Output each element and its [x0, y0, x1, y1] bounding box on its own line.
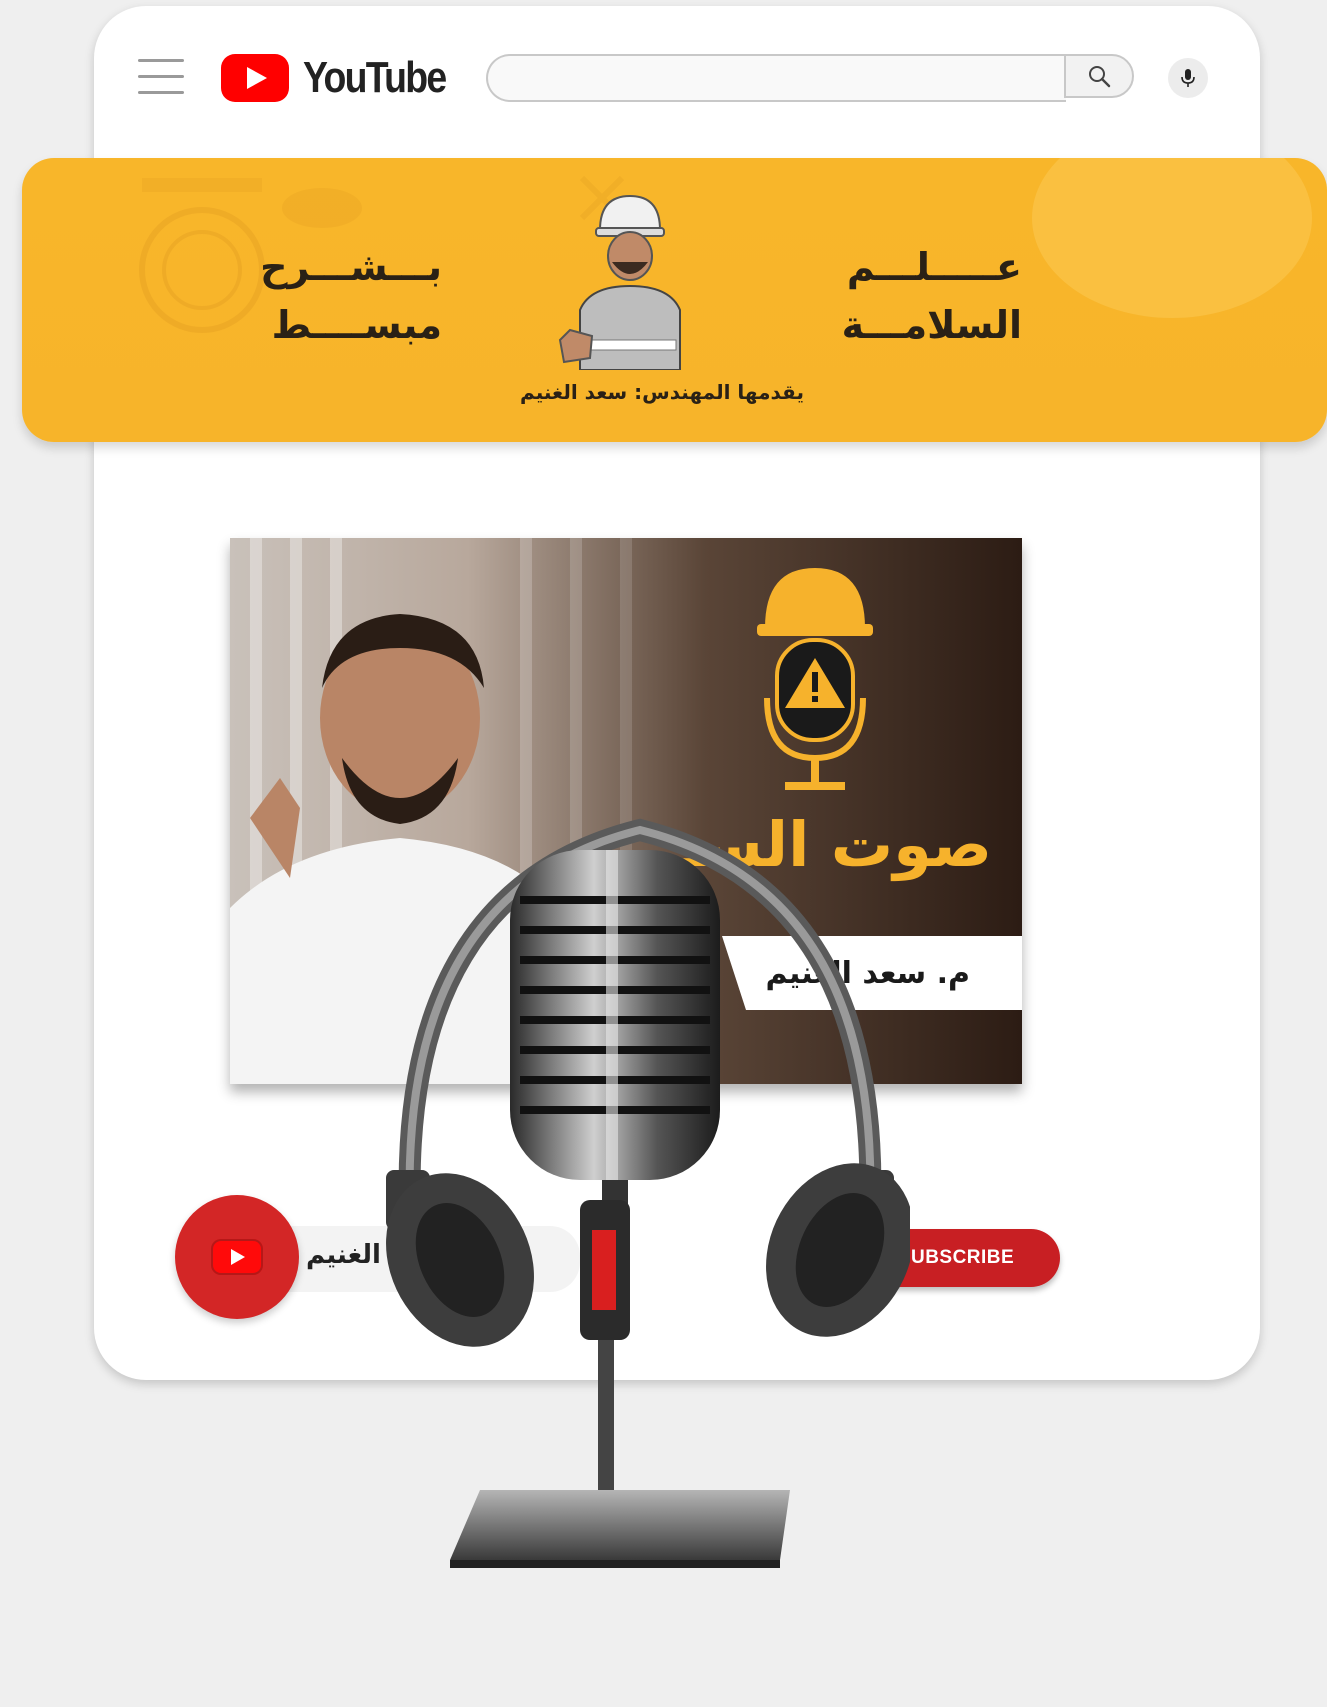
engineer-illustration	[558, 194, 681, 370]
banner-caption: يقدمها المهندس: سعد الغنيم	[520, 380, 804, 404]
search-input[interactable]	[486, 54, 1066, 102]
channel-avatar[interactable]	[175, 1195, 299, 1319]
youtube-logo[interactable]: YouTube	[221, 50, 471, 106]
youtube-logo-icon	[221, 54, 289, 102]
banner-left-line2: مبســــط	[271, 303, 442, 347]
banner-right-text: عـــــلـــم السلامـــة	[802, 238, 1022, 354]
search-button[interactable]	[1064, 54, 1134, 98]
channel-banner: بـــشـــرح مبســــط عـــــلـــم السلامــ…	[22, 158, 1327, 442]
warning-helmet-mic-icon	[757, 568, 873, 790]
voice-search-button[interactable]	[1168, 58, 1208, 98]
youtube-play-icon	[211, 1239, 263, 1275]
search-icon	[1089, 66, 1111, 88]
top-bar: YouTube	[94, 6, 1260, 156]
banner-left-line1: بـــشـــرح	[260, 245, 442, 289]
banner-right-line1: عـــــلـــم	[846, 245, 1022, 289]
podcast-microphone-headphones	[386, 818, 910, 1568]
logo-text: YouTube	[303, 53, 447, 102]
menu-icon[interactable]	[138, 59, 184, 95]
banner-right-line2: السلامـــة	[841, 303, 1022, 347]
microphone-icon	[1181, 69, 1195, 87]
banner-left-text: بـــشـــرح مبســــط	[242, 238, 442, 354]
